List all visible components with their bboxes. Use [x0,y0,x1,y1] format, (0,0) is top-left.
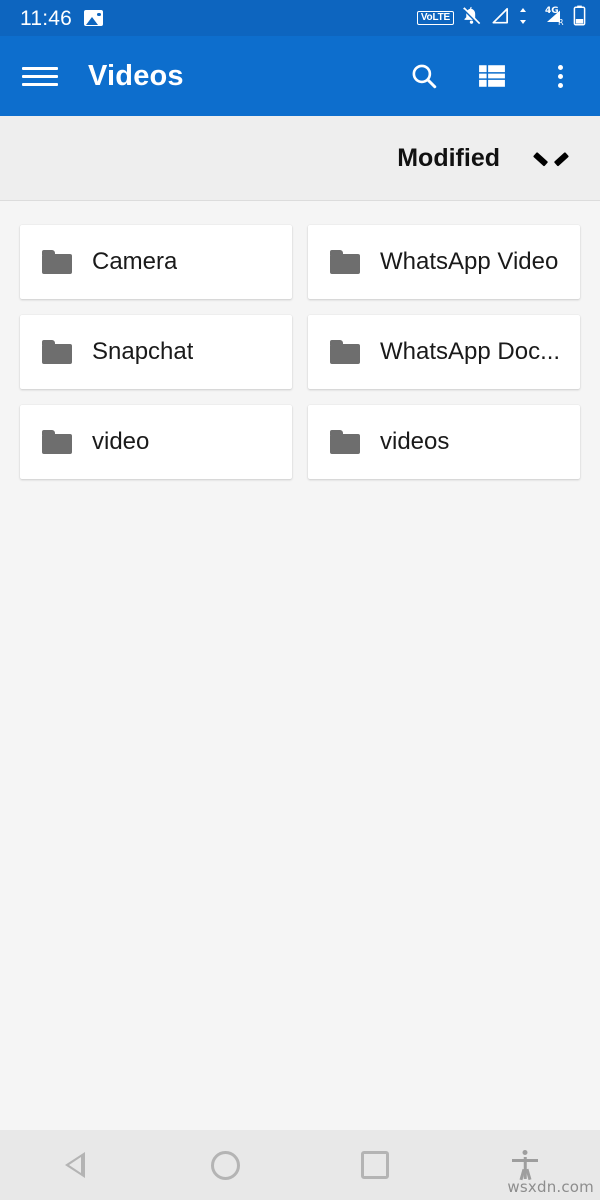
folder-card[interactable]: Snapchat [20,315,292,389]
folder-card[interactable]: WhatsApp Video [308,225,580,299]
overflow-dot [557,64,563,70]
folder-name: WhatsApp Video [380,248,559,275]
folder-name: Snapchat [92,338,194,365]
volte-icon: VoLTE [416,10,454,26]
app-bar-actions [408,60,584,92]
overflow-menu-icon[interactable] [544,60,576,92]
view-toggle-icon[interactable] [476,60,508,92]
folder-name: Camera [92,248,178,275]
folder-card[interactable]: WhatsApp Doc... [308,315,580,389]
overflow-dot [557,73,563,79]
hamburger-line [22,74,58,78]
svg-text:R: R [558,18,564,26]
accessibility-person-icon [512,1150,538,1181]
overflow-dots [557,64,563,88]
status-bar-left: 11:46 [20,8,103,29]
sort-mode-label: Modified [397,143,500,172]
a11y-body [523,1157,527,1179]
folder-icon [330,430,360,454]
signal-roaming-icon: 4G R [536,5,566,31]
nav-recents-button[interactable] [300,1130,450,1200]
folder-icon [330,250,360,274]
sort-bar[interactable]: Modified [0,116,600,201]
phone-screen: 11:46 VoLTE 4G R Videos Modified Camera … [0,0,600,1200]
notifications-muted-icon [461,5,482,31]
hamburger-line [22,82,58,86]
overflow-dot [557,82,563,88]
recents-square-icon [361,1151,389,1179]
folder-list: Camera WhatsApp Video Snapchat WhatsApp … [0,201,600,1130]
search-icon[interactable] [408,60,440,92]
battery-icon [573,5,586,31]
mobile-data-4g-icon [517,6,529,31]
photo-icon [84,10,103,26]
a11y-head [522,1150,528,1155]
watermark: wsxdn.com [507,1178,594,1196]
nav-home-button[interactable] [150,1130,300,1200]
chevron-down-icon[interactable] [538,150,564,166]
status-bar-right: VoLTE 4G R [416,5,586,31]
folder-card[interactable]: videos [308,405,580,479]
folder-icon [42,250,72,274]
folder-icon [42,340,72,364]
home-circle-icon [210,1150,240,1180]
folder-card[interactable]: Camera [20,225,292,299]
hamburger-line [22,66,58,70]
app-bar: Videos [0,36,600,116]
back-triangle-icon [65,1152,85,1178]
signal-sim1-icon [489,6,510,31]
status-bar-clock: 11:46 [20,6,72,30]
page-title: Videos [88,59,184,92]
folder-icon [42,430,72,454]
nav-back-button[interactable] [0,1130,150,1200]
hamburger-menu-icon[interactable] [22,63,58,89]
folder-name: video [92,428,150,455]
folder-card[interactable]: video [20,405,292,479]
folder-name: WhatsApp Doc... [380,338,561,365]
system-navigation-bar: wsxdn.com [0,1130,600,1200]
folder-grid: Camera WhatsApp Video Snapchat WhatsApp … [20,225,580,479]
folder-name: videos [380,428,450,455]
folder-icon [330,340,360,364]
status-bar: 11:46 VoLTE 4G R [0,0,600,36]
